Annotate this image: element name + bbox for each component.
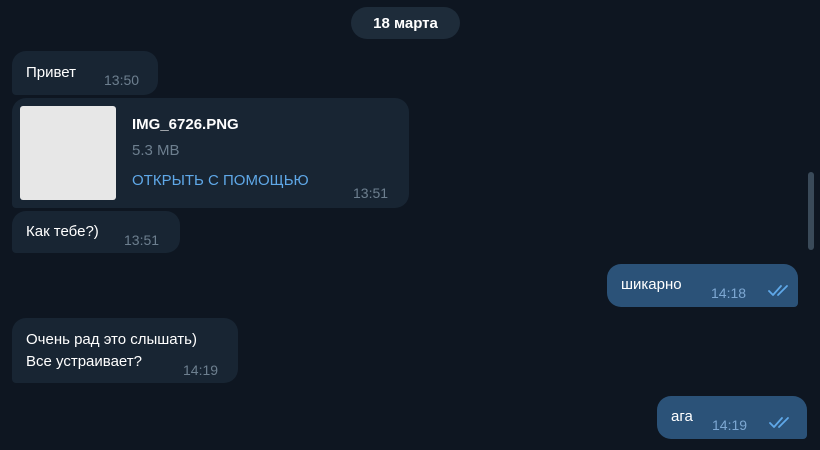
image-thumbnail[interactable] — [20, 106, 116, 200]
file-message-bubble[interactable]: IMG_6726.PNG 5.3 MB ОТКРЫТЬ С ПОМОЩЬЮ 13… — [12, 98, 409, 208]
message-time: 14:19 — [183, 362, 219, 378]
message-bubble-incoming[interactable]: Как тебе?) 13:51 — [12, 211, 180, 253]
message-text: Как тебе?) — [26, 223, 99, 240]
message-time: 13:51 — [353, 185, 389, 201]
message-text-line: Очень рад это слышать) — [26, 331, 197, 348]
message-time: 14:18 — [711, 285, 747, 301]
message-time: 14:19 — [712, 417, 748, 433]
message-text: шикарно — [621, 276, 682, 293]
message-bubble-incoming[interactable]: Привет 13:50 — [12, 51, 158, 95]
double-check-icon — [768, 285, 788, 296]
message-text: ага — [671, 408, 693, 425]
scrollbar-thumb[interactable] — [808, 172, 814, 250]
open-with-button[interactable]: ОТКРЫТЬ С ПОМОЩЬЮ — [132, 170, 309, 192]
message-text: Привет — [26, 64, 77, 81]
message-bubble-incoming[interactable]: Очень рад это слышать) Все устраивает? 1… — [12, 318, 238, 383]
double-check-icon — [769, 417, 789, 428]
message-bubble-outgoing[interactable]: ага 14:19 — [657, 396, 807, 439]
file-size: 5.3 MB — [132, 142, 180, 159]
date-divider-label: 18 марта — [373, 14, 438, 32]
date-divider: 18 марта — [351, 7, 460, 39]
message-bubble-outgoing[interactable]: шикарно 14:18 — [607, 264, 798, 307]
message-time: 13:50 — [104, 72, 140, 88]
file-name: IMG_6726.PNG — [132, 116, 239, 133]
message-time: 13:51 — [124, 232, 160, 248]
chat-area[interactable]: 18 марта Привет 13:50 IMG_6726.PNG 5.3 M… — [0, 0, 820, 450]
message-text-line: Все устраивает? — [26, 353, 142, 370]
